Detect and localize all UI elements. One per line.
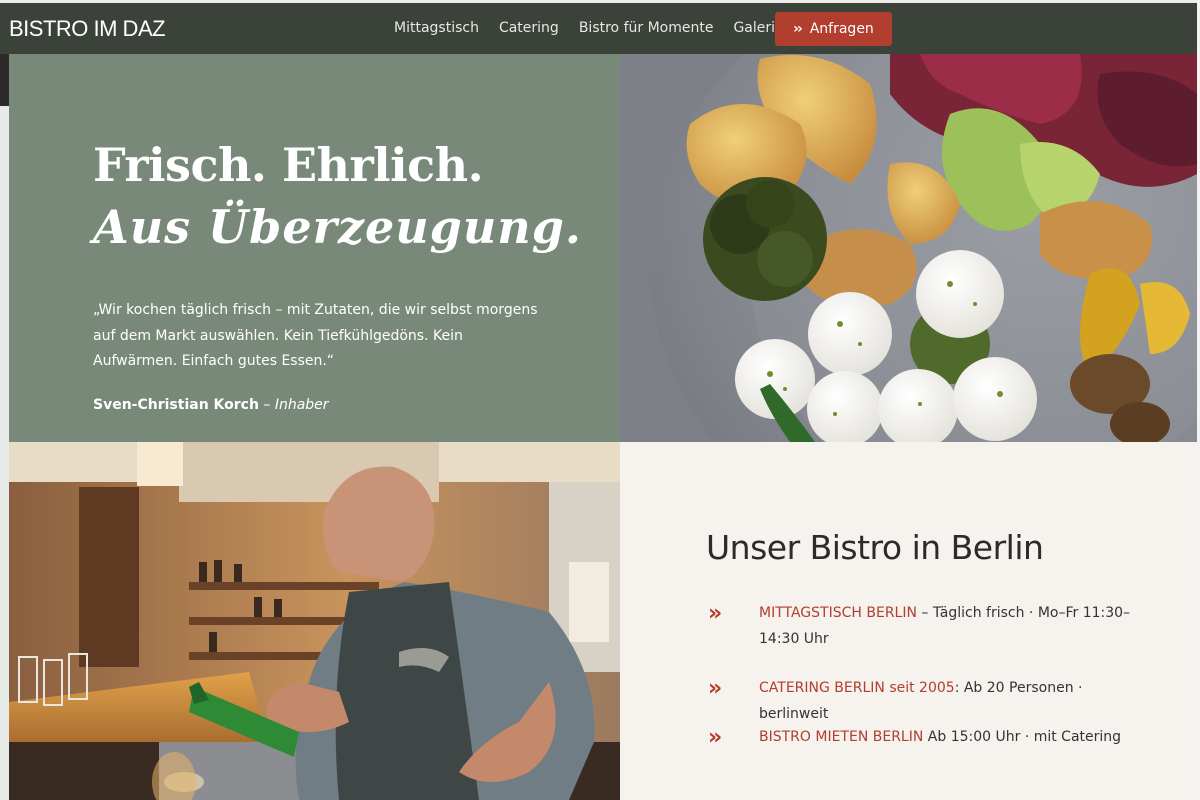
food-illustration	[620, 54, 1197, 442]
chef-photo	[9, 442, 620, 800]
double-chevron-right-icon: »	[708, 725, 722, 750]
bistro-mieten-berlin-link[interactable]: BISTRO MIETEN BERLIN	[759, 729, 923, 745]
info-item-detail: Ab 15:00 Uhr · mit Catering	[923, 729, 1122, 745]
info-title: Unser Bistro in Berlin	[706, 528, 1044, 567]
author-separator: –	[258, 397, 275, 413]
main-menu: Mittagstisch Catering Bistro für Momente…	[394, 20, 784, 36]
nav-link-mittagstisch[interactable]: Mittagstisch	[394, 20, 479, 36]
double-chevron-right-icon: ››	[793, 21, 802, 37]
hero-section: Frisch. Ehrlich. Aus Überzeugung. „Wir k…	[9, 54, 620, 442]
double-chevron-right-icon: »	[708, 601, 722, 626]
double-chevron-right-icon: »	[708, 676, 722, 701]
author-name: Sven-Christian Korch	[93, 397, 259, 413]
site-logo[interactable]: BISTRO IM DAZ	[9, 16, 166, 42]
site-header: BISTRO IM DAZ Mittagstisch Catering Bist…	[0, 3, 1200, 54]
hero-quote: „Wir kochen täglich frisch – mit Zutaten…	[93, 302, 538, 369]
bistro-info-section: Unser Bistro in Berlin » MITTAGSTISCH BE…	[620, 442, 1197, 800]
anfragen-label: Anfragen	[809, 21, 874, 37]
hero-headline-line1: Frisch. Ehrlich.	[93, 138, 484, 192]
info-item-text: BISTRO MIETEN BERLIN Ab 15:00 Uhr · mit …	[759, 725, 1149, 751]
chef-illustration	[9, 442, 620, 800]
hero-author: Sven-Christian Korch – Inhaber	[93, 397, 329, 413]
info-item-text: CATERING BERLIN seit 2005: Ab 20 Persone…	[759, 676, 1149, 727]
nav-link-catering[interactable]: Catering	[499, 20, 559, 36]
catering-berlin-link[interactable]: CATERING BERLIN seit 2005	[759, 680, 955, 696]
nav-link-bistro-fuer-momente[interactable]: Bistro für Momente	[579, 20, 714, 36]
anfragen-button[interactable]: ›› Anfragen	[775, 12, 892, 46]
author-role: Inhaber	[274, 397, 329, 413]
info-item-text: MITTAGSTISCH BERLIN – Täglich frisch · M…	[759, 601, 1149, 652]
left-edge-strip	[0, 54, 9, 800]
food-plate-image	[620, 54, 1197, 442]
mittagstisch-berlin-link[interactable]: MITTAGSTISCH BERLIN	[759, 605, 917, 621]
hero-headline-line2: Aus Überzeugung.	[93, 200, 582, 254]
